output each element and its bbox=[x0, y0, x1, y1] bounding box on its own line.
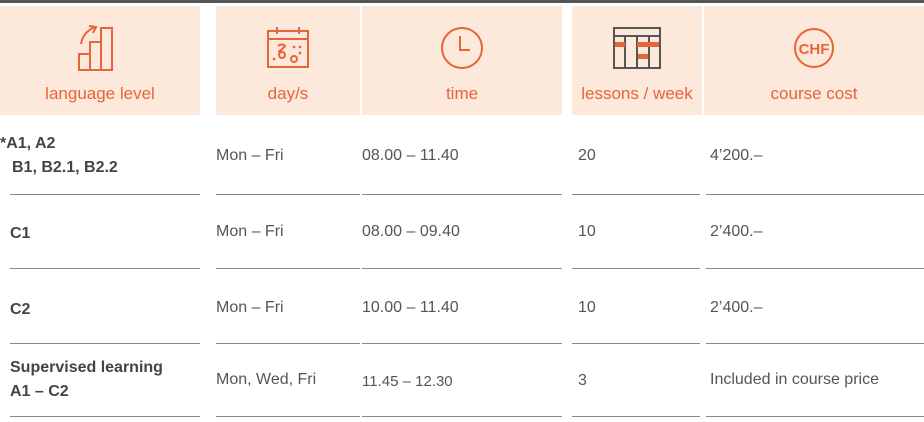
cost-cell: 4’200.– bbox=[710, 147, 763, 164]
level-cell: C2 bbox=[10, 301, 31, 318]
time-cell: 10.00 – 11.40 bbox=[362, 299, 459, 316]
header-cell-course-cost: CHF course cost bbox=[704, 6, 924, 115]
cost-cell: 2’400.– bbox=[710, 299, 763, 316]
row-divider bbox=[216, 416, 360, 417]
chf-coin-icon: CHF bbox=[794, 28, 834, 68]
level-line-1: *A1, A2 bbox=[0, 135, 56, 152]
top-rule bbox=[0, 0, 924, 3]
level-line-2: A1 – C2 bbox=[10, 383, 69, 400]
row-divider bbox=[362, 416, 562, 417]
level-line-1: Supervised learning bbox=[10, 359, 163, 376]
chf-coin-text: CHF bbox=[799, 41, 830, 58]
cost-cell: Included in course price bbox=[710, 371, 879, 388]
header-label-language-level: language level bbox=[45, 84, 155, 103]
row-divider bbox=[216, 343, 360, 344]
row-divider bbox=[362, 343, 562, 344]
header-cell-language-level: language level bbox=[0, 6, 200, 115]
row-divider bbox=[10, 194, 200, 195]
row-divider bbox=[572, 416, 700, 417]
days-cell: Mon – Fri bbox=[216, 299, 284, 316]
row-divider bbox=[706, 194, 924, 195]
lessons-cell: 10 bbox=[578, 299, 596, 316]
row-divider bbox=[706, 343, 924, 344]
row-divider bbox=[362, 194, 562, 195]
header-label-lessons-week: lessons / week bbox=[581, 84, 693, 103]
level-chart-icon bbox=[78, 25, 113, 71]
row-divider bbox=[216, 268, 360, 269]
header-cell-lessons-week: lessons / week bbox=[572, 6, 702, 115]
level-cell: *A1, A2 B1, B2.1, B2.2 bbox=[0, 132, 118, 180]
days-cell: Mon – Fri bbox=[216, 223, 284, 240]
header-label-course-cost: course cost bbox=[770, 84, 858, 103]
calendar-icon bbox=[267, 27, 309, 68]
cost-cell: 2’400.– bbox=[710, 223, 763, 240]
table-header: language level day/s time lessons / week… bbox=[0, 6, 924, 115]
row-divider bbox=[362, 268, 562, 269]
row-divider bbox=[572, 343, 700, 344]
time-cell: 08.00 – 11.40 bbox=[362, 147, 459, 164]
lessons-cell: 3 bbox=[578, 372, 587, 389]
lessons-cell: 10 bbox=[578, 223, 596, 240]
level-cell: C1 bbox=[10, 225, 31, 242]
row-divider bbox=[10, 268, 200, 269]
days-cell: Mon, Wed, Fri bbox=[216, 371, 317, 388]
header-label-days: day/s bbox=[267, 84, 309, 103]
time-cell: 08.00 – 09.40 bbox=[362, 223, 460, 240]
header-label-time: time bbox=[445, 84, 479, 103]
row-divider bbox=[572, 194, 700, 195]
row-divider bbox=[10, 343, 200, 344]
time-cell: 11.45 – 12.30 bbox=[362, 373, 453, 390]
days-cell: Mon – Fri bbox=[216, 147, 284, 164]
level-cell: Supervised learning A1 – C2 bbox=[10, 356, 163, 404]
lessons-cell: 20 bbox=[578, 147, 596, 164]
row-divider bbox=[706, 416, 924, 417]
header-cell-days: day/s bbox=[216, 6, 360, 115]
row-divider bbox=[706, 268, 924, 269]
header-cell-time: time bbox=[362, 6, 562, 115]
row-divider bbox=[216, 194, 360, 195]
schedule-grid-icon bbox=[613, 27, 661, 69]
clock-icon bbox=[441, 27, 483, 69]
level-line-2: B1, B2.1, B2.2 bbox=[12, 159, 118, 176]
row-divider bbox=[572, 268, 700, 269]
row-divider bbox=[10, 416, 200, 417]
